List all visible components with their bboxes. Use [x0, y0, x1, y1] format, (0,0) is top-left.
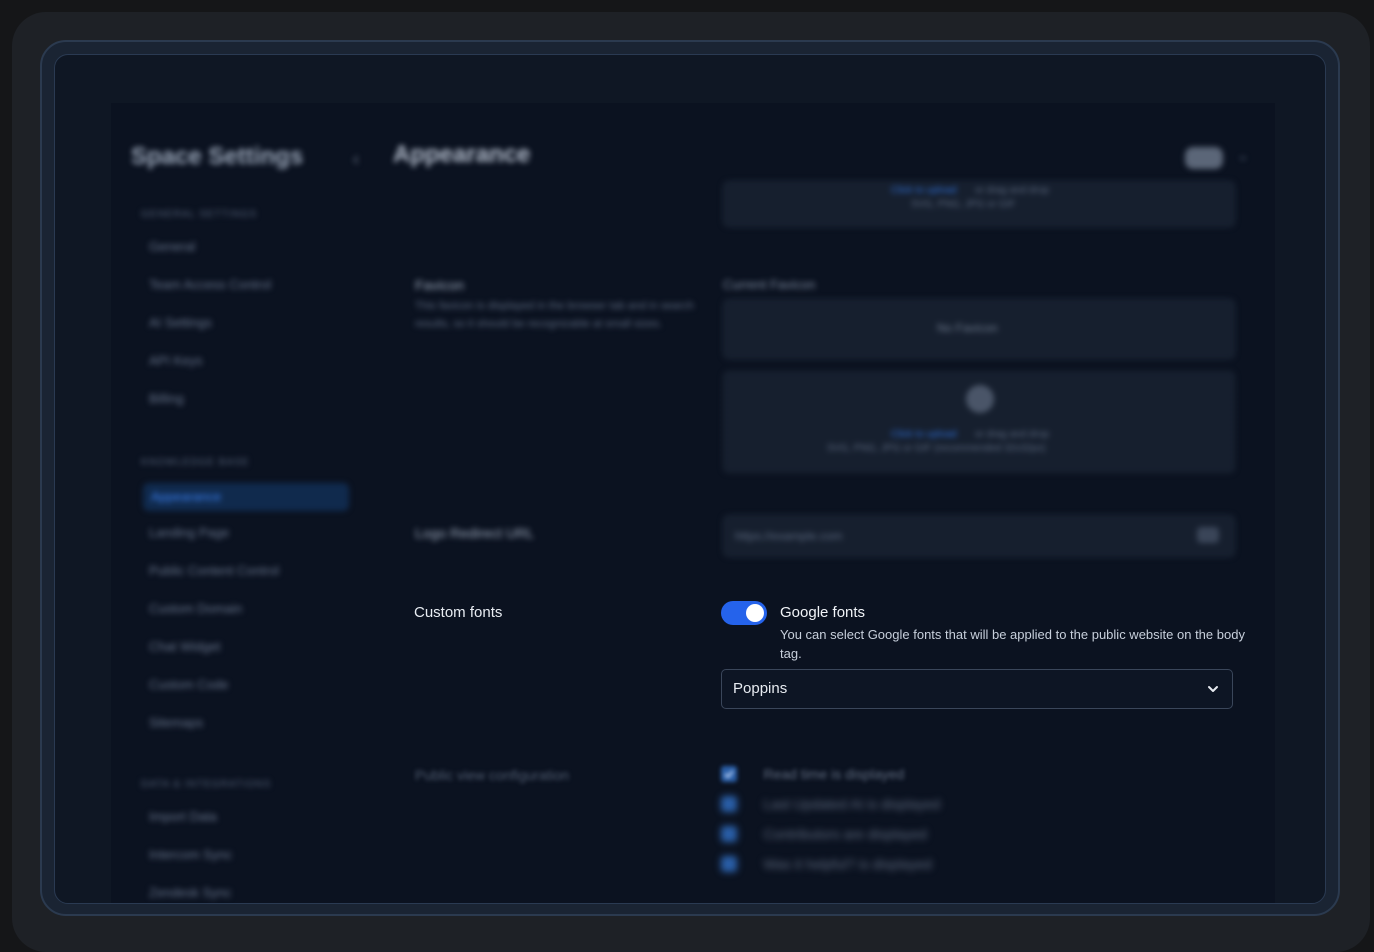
sidebar-item-team-access[interactable]: Team Access Control: [149, 277, 271, 292]
google-fonts-description: You can select Google fonts that will be…: [780, 627, 1245, 661]
sidebar-item-sitemaps[interactable]: Sitemaps: [149, 715, 203, 730]
checkbox-row-contributors[interactable]: Contributors are displayed: [721, 825, 927, 843]
page-title: Appearance: [393, 141, 531, 168]
public-view-label: Public view configuration: [415, 767, 570, 783]
chevron-down-icon: [1208, 686, 1218, 692]
favicon-upload-text: or drag and drop: [975, 429, 1049, 440]
sidebar-item-zendesk-sync[interactable]: Zendesk Sync: [149, 885, 231, 900]
favicon-upload-hint: SVG, PNG, JPG or GIF (recommended 32x32p…: [827, 443, 1046, 454]
sidebar-item-public-content[interactable]: Public Content Control: [149, 563, 279, 578]
sidebar-item-intercom-sync[interactable]: Intercom Sync: [149, 847, 232, 862]
checkbox-contributors[interactable]: [721, 825, 737, 842]
copy-icon[interactable]: [1197, 527, 1219, 543]
sidebar-item-billing[interactable]: Billing: [149, 391, 184, 406]
sidebar-title: Space Settings: [131, 143, 304, 170]
checkbox-row-helpful[interactable]: Was it helpful? is displayed: [721, 855, 932, 873]
sidebar-item-landing-page[interactable]: Landing Page: [149, 525, 229, 540]
upload-link[interactable]: Click to upload: [891, 185, 957, 196]
upload-text: or drag and drop: [975, 185, 1049, 196]
app-window: Space Settings ‹ GENERAL SETTINGS Genera…: [111, 103, 1275, 903]
checkbox-label: Contributors are displayed: [763, 825, 927, 842]
sidebar-item-custom-code[interactable]: Custom Code: [149, 677, 228, 692]
sidebar-item-ai-settings[interactable]: AI Settings: [149, 315, 212, 330]
upload-icon: [966, 385, 994, 413]
custom-fonts-label: Custom fonts: [414, 604, 503, 621]
sidebar-item-api-keys[interactable]: API Keys: [149, 353, 202, 368]
checkbox-last-updated[interactable]: [721, 795, 737, 812]
sidebar-item-import-data[interactable]: Import Data: [149, 809, 217, 824]
sidebar-item-chat-widget[interactable]: Chat Widget: [149, 639, 221, 654]
favicon-label: Favicon: [415, 277, 465, 293]
sidebar-item-general[interactable]: General: [149, 239, 195, 254]
favicon-upload-link[interactable]: Click to upload: [891, 429, 957, 440]
upload-hint: SVG, PNG, JPG or GIF: [911, 199, 1016, 210]
app-screen: Space Settings ‹ GENERAL SETTINGS Genera…: [54, 54, 1326, 904]
logo-url-placeholder: https://example.com: [735, 529, 843, 543]
section-label-general: GENERAL SETTINGS: [141, 209, 258, 220]
current-favicon-label: Current Favicon: [723, 277, 816, 292]
checkbox-label: Read time is displayed: [763, 765, 905, 782]
checkbox-row-read-time[interactable]: Read time is displayed: [721, 765, 904, 783]
toggle-knob: [746, 604, 764, 622]
chevron-left-icon[interactable]: ‹: [353, 149, 359, 170]
checkbox-read-time[interactable]: [721, 765, 737, 782]
sidebar-item-appearance[interactable]: Appearance: [143, 483, 349, 511]
no-favicon-text: No Favicon: [937, 321, 998, 335]
font-select[interactable]: Poppins: [721, 669, 1233, 709]
checkbox-helpful[interactable]: [721, 855, 737, 872]
checkbox-label: Was it helpful? is displayed: [763, 855, 932, 872]
section-label-data: DATA & INTEGRATIONS: [141, 779, 272, 790]
logo-url-label: Logo Redirect URL: [415, 525, 535, 541]
section-label-knowledge-base: KNOWLEDGE BASE: [141, 457, 250, 468]
avatar-icon[interactable]: [1185, 147, 1223, 169]
checkbox-row-last-updated[interactable]: Last Updated At is displayed: [721, 795, 940, 813]
favicon-description: This favicon is displayed in the browser…: [415, 300, 694, 330]
sidebar-item-custom-domain[interactable]: Custom Domain: [149, 601, 242, 616]
chevron-down-icon[interactable]: ⌄: [1237, 147, 1249, 164]
google-fonts-toggle[interactable]: [721, 601, 767, 625]
google-fonts-title: Google fonts: [780, 604, 866, 621]
checkbox-label: Last Updated At is displayed: [763, 795, 941, 812]
font-select-value: Poppins: [733, 680, 788, 697]
